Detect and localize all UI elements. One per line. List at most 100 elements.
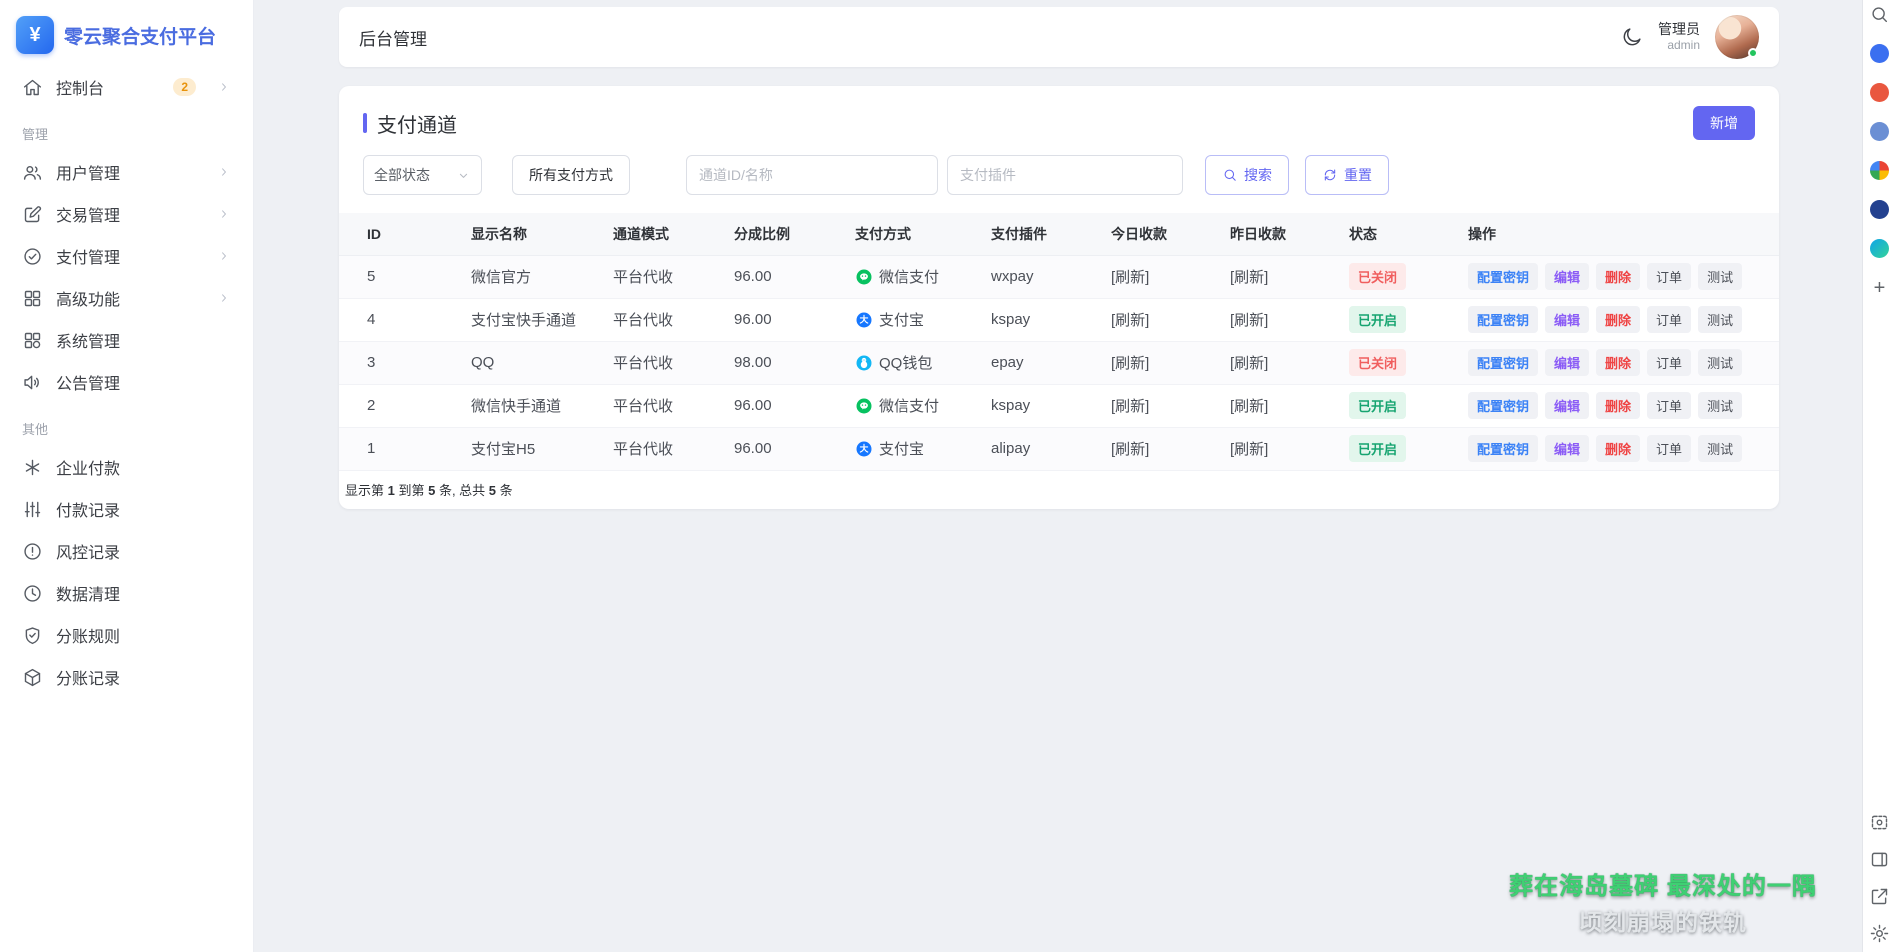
action-order-button[interactable]: 订单 [1647,306,1691,333]
yesterday-refresh-link[interactable]: [刷新] [1230,355,1268,372]
dark-mode-toggle-icon[interactable] [1621,26,1643,48]
action-edit-button[interactable]: 编辑 [1545,263,1589,290]
sidebar-item-split-rules[interactable]: 分账规则 [12,614,241,656]
cell-actions: 配置密钥编辑删除订单测试 [1440,341,1779,384]
channel-search-input[interactable] [686,155,938,195]
status-badge[interactable]: 已关闭 [1349,263,1406,290]
status-select[interactable]: 全部状态 [363,155,482,195]
user-role: admin [1658,38,1700,54]
action-order-button[interactable]: 订单 [1647,435,1691,462]
brand: ¥ 零云聚合支付平台 [0,0,253,64]
yesterday-refresh-link[interactable]: [刷新] [1230,441,1268,458]
action-key-button[interactable]: 配置密钥 [1468,435,1538,462]
extension-icon-blue[interactable] [1869,43,1890,64]
reset-button[interactable]: 重置 [1305,155,1389,195]
extension-icon-profile[interactable] [1869,121,1890,142]
add-button[interactable]: 新增 [1693,106,1755,140]
wechat-pay-icon [855,397,873,415]
action-test-button[interactable]: 测试 [1698,435,1742,462]
column-header: 操作 [1440,213,1779,255]
today-refresh-link[interactable]: [刷新] [1111,441,1149,458]
settings-gear-icon[interactable] [1869,923,1890,944]
extension-icon-navy[interactable] [1869,199,1890,220]
search-button[interactable]: 搜索 [1205,155,1289,195]
filters-row: 全部状态 所有支付方式 搜索 重置 [339,155,1779,195]
alipay-icon [855,311,873,329]
cell-plugin: kspay [963,384,1083,427]
plugin-search-input[interactable] [947,155,1183,195]
search-icon[interactable] [1869,4,1890,25]
payment-method-filter-button[interactable]: 所有支付方式 [512,155,630,195]
sidebar-item-data-cleanup[interactable]: 数据清理 [12,572,241,614]
table-body: 5微信官方平台代收96.00微信支付wxpay[刷新][刷新]已关闭配置密钥编辑… [339,255,1779,470]
side-panel-icon[interactable] [1869,849,1890,870]
sidebar-item-label: 用户管理 [56,160,204,184]
channels-table: ID显示名称通道模式分成比例支付方式支付插件今日收款昨日收款状态操作 5微信官方… [339,213,1779,471]
today-refresh-link[interactable]: [刷新] [1111,355,1149,372]
strip-top-icons: + [1863,4,1896,316]
cell-mode: 平台代收 [585,298,706,341]
status-badge[interactable]: 已开启 [1349,392,1406,419]
extension-icon-teal[interactable] [1869,238,1890,259]
action-order-button[interactable]: 订单 [1647,349,1691,376]
screenshot-icon[interactable] [1869,812,1890,833]
action-key-button[interactable]: 配置密钥 [1468,349,1538,376]
avatar[interactable] [1715,15,1759,59]
yesterday-refresh-link[interactable]: [刷新] [1230,312,1268,329]
status-badge[interactable]: 已开启 [1349,306,1406,333]
topbar: 后台管理 管理员 admin [339,7,1779,67]
action-test-button[interactable]: 测试 [1698,263,1742,290]
action-key-button[interactable]: 配置密钥 [1468,263,1538,290]
user-info[interactable]: 管理员 admin [1658,20,1700,54]
extension-icon-pinwheel[interactable] [1869,160,1890,181]
action-test-button[interactable]: 测试 [1698,349,1742,376]
action-order-button[interactable]: 订单 [1647,263,1691,290]
action-edit-button[interactable]: 编辑 [1545,392,1589,419]
today-refresh-link[interactable]: [刷新] [1111,312,1149,329]
sidebar-item-payment-management[interactable]: 支付管理 [12,235,241,277]
add-extension-icon[interactable]: + [1869,277,1890,298]
card-head: 支付通道 新增 [339,106,1779,140]
action-delete-button[interactable]: 删除 [1596,392,1640,419]
today-refresh-link[interactable]: [刷新] [1111,398,1149,415]
table-row: 1支付宝H5平台代收96.00支付宝alipay[刷新][刷新]已开启配置密钥编… [339,427,1779,470]
action-delete-button[interactable]: 删除 [1596,263,1640,290]
sidebar-item-risk-records[interactable]: 风控记录 [12,530,241,572]
action-edit-button[interactable]: 编辑 [1545,435,1589,462]
status-badge[interactable]: 已关闭 [1349,349,1406,376]
action-edit-button[interactable]: 编辑 [1545,306,1589,333]
action-key-button[interactable]: 配置密钥 [1468,306,1538,333]
sidebar-section-label: 管理 [12,108,241,151]
status-badge[interactable]: 已开启 [1349,435,1406,462]
extension-icon-orange[interactable] [1869,82,1890,103]
sidebar-item-split-records[interactable]: 分账记录 [12,656,241,698]
sidebar-item-announcement-management[interactable]: 公告管理 [12,361,241,403]
sidebar-item-label: 风控记录 [56,539,231,563]
today-refresh-link[interactable]: [刷新] [1111,269,1149,286]
sidebar-item-advanced-features[interactable]: 高级功能 [12,277,241,319]
sidebar-item-payment-records[interactable]: 付款记录 [12,488,241,530]
column-header: 分成比例 [706,213,827,255]
sidebar-item-console[interactable]: 控制台2 [12,66,241,108]
yesterday-refresh-link[interactable]: [刷新] [1230,269,1268,286]
action-key-button[interactable]: 配置密钥 [1468,392,1538,419]
sidebar-item-trade-management[interactable]: 交易管理 [12,193,241,235]
sidebar-item-user-management[interactable]: 用户管理 [12,151,241,193]
action-order-button[interactable]: 订单 [1647,392,1691,419]
action-test-button[interactable]: 测试 [1698,392,1742,419]
sidebar-section-label: 其他 [12,403,241,446]
external-link-icon[interactable] [1869,886,1890,907]
action-delete-button[interactable]: 删除 [1596,435,1640,462]
wechat-pay-icon [855,268,873,286]
browser-extensions-strip: + [1862,0,1896,952]
speaker-icon [22,372,43,393]
sidebar-item-system-management[interactable]: 系统管理 [12,319,241,361]
action-delete-button[interactable]: 删除 [1596,349,1640,376]
sidebar-item-label: 分账记录 [56,665,231,689]
action-edit-button[interactable]: 编辑 [1545,349,1589,376]
action-test-button[interactable]: 测试 [1698,306,1742,333]
sidebar-item-label: 支付管理 [56,244,204,268]
sidebar-item-enterprise-payment[interactable]: 企业付款 [12,446,241,488]
yesterday-refresh-link[interactable]: [刷新] [1230,398,1268,415]
action-delete-button[interactable]: 删除 [1596,306,1640,333]
